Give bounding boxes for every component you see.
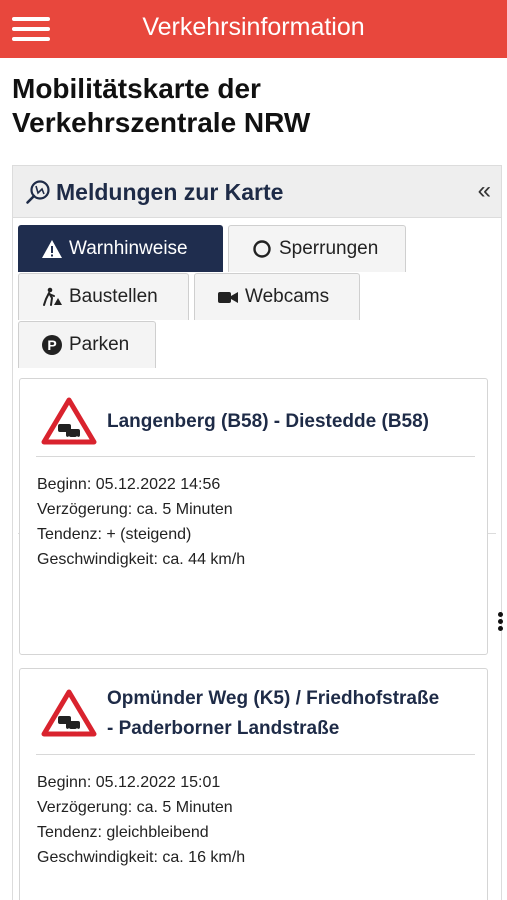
tab-parken[interactable]: P Parken [18, 321, 156, 368]
tab-label: Baustellen [69, 286, 158, 307]
parking-icon: P [42, 335, 62, 355]
map-search-icon [26, 180, 50, 204]
page-title: Mobilitätskarte der Verkehrszentrale NRW [12, 73, 311, 138]
detail-trend: Tendenz: gleichbleibend [37, 824, 209, 841]
tab-label: Webcams [245, 286, 330, 307]
card-details: Beginn: 05.12.2022 15:01 Verzögerung: ca… [37, 770, 245, 870]
app-bar: Verkehrsinformation [0, 0, 507, 58]
card-title: Opmünder Weg (K5) / Friedhofstraße - Pad… [107, 684, 439, 744]
circle-icon [253, 240, 271, 258]
card-title-line: - Paderborner Landstraße [107, 718, 340, 739]
roadwork-icon [43, 287, 62, 306]
detail-trend: Tendenz: + (steigend) [37, 526, 192, 543]
app-bar-title: Verkehrsinformation [142, 13, 365, 41]
message-card[interactable]: Opmünder Weg (K5) / Friedhofstraße - Pad… [19, 668, 488, 900]
tab-webcams[interactable]: Webcams [194, 273, 360, 320]
card-title-line: Opmünder Weg (K5) / Friedhofstraße [107, 688, 440, 709]
svg-text:P: P [47, 337, 56, 353]
card-details: Beginn: 05.12.2022 14:56 Verzögerung: ca… [37, 472, 245, 572]
tab-label: Parken [69, 334, 130, 355]
detail-speed: Geschwindigkeit: ca. 44 km/h [37, 551, 246, 568]
collapse-icon[interactable]: « [478, 178, 491, 204]
more-options-icon[interactable] [497, 612, 503, 632]
tab-label: Warnhinweise [69, 238, 188, 259]
detail-speed: Geschwindigkeit: ca. 16 km/h [37, 849, 246, 866]
detail-delay: Verzögerung: ca. 5 Minuten [37, 501, 233, 518]
detail-begin: Beginn: 05.12.2022 14:56 [37, 476, 221, 493]
card-title: Langenberg (B58) - Diestedde (B58) [107, 411, 429, 432]
traffic-jam-warning-icon [41, 689, 97, 737]
card-divider [36, 754, 475, 755]
card-divider [36, 456, 475, 457]
tab-baustellen[interactable]: Baustellen [18, 273, 189, 320]
traffic-jam-warning-icon [41, 397, 97, 445]
panel-header: Meldungen zur Karte « [13, 166, 501, 218]
panel-title: Meldungen zur Karte [56, 179, 284, 205]
menu-icon[interactable] [12, 15, 50, 43]
detail-delay: Verzögerung: ca. 5 Minuten [37, 799, 233, 816]
message-card[interactable]: Langenberg (B58) - Diestedde (B58) Begin… [19, 378, 488, 655]
detail-begin: Beginn: 05.12.2022 15:01 [37, 774, 221, 791]
messages-panel: Meldungen zur Karte « Warnhinweise Sperr… [12, 165, 502, 900]
warning-icon [42, 240, 62, 258]
tab-warnhinweise[interactable]: Warnhinweise [18, 225, 223, 272]
tab-label: Sperrungen [279, 238, 379, 259]
tab-sperrungen[interactable]: Sperrungen [228, 225, 406, 272]
camera-icon [218, 292, 238, 303]
